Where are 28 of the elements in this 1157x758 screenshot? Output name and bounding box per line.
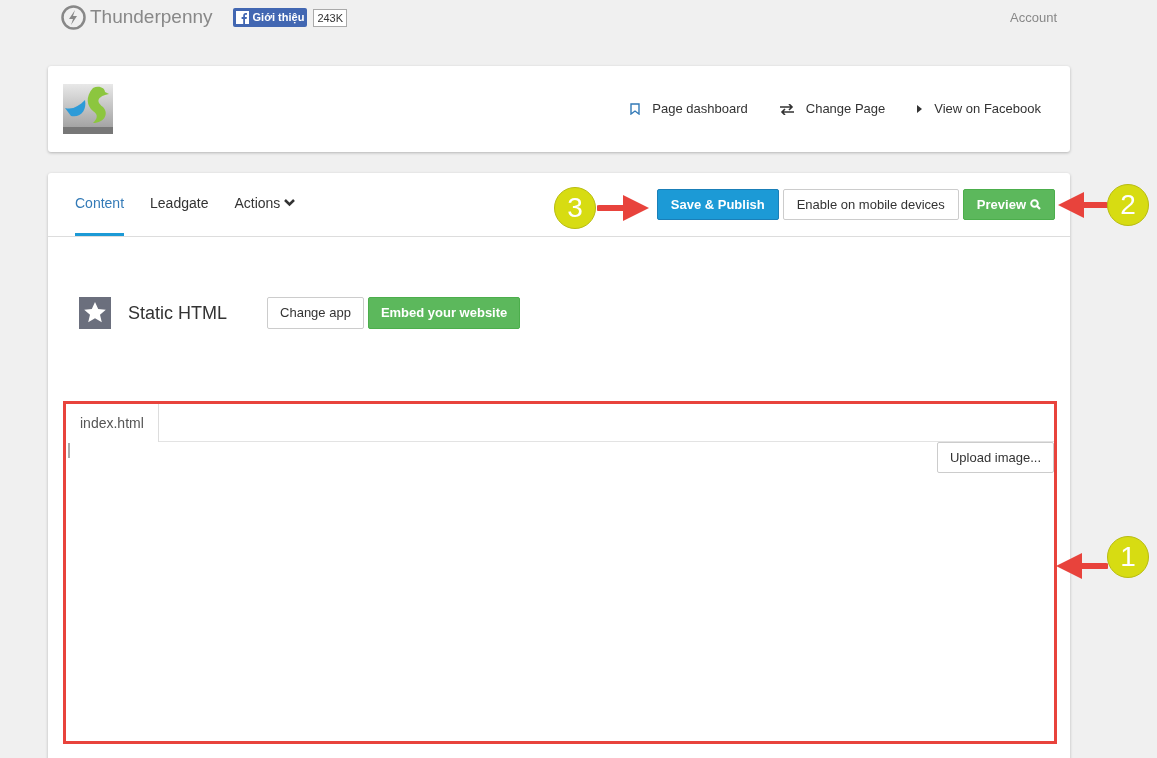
facebook-icon <box>235 11 249 24</box>
app-button[interactable]: Change app <box>267 297 364 329</box>
bookmark-icon <box>630 103 641 115</box>
page-nav-link[interactable]: Change Page <box>779 99 886 119</box>
brand-name: Thunderpenny <box>90 5 213 30</box>
annotation-number: 1 <box>1107 536 1149 578</box>
annotation-arrow <box>1056 552 1108 580</box>
facebook-like-button[interactable]: Giới thiệu <box>232 8 308 27</box>
text-cursor <box>68 443 70 458</box>
like-count: 243K <box>313 8 348 27</box>
page-nav-link[interactable]: View on Facebook <box>917 99 1041 119</box>
lightning-logo-icon <box>61 5 86 30</box>
star-app-icon <box>79 297 111 329</box>
caret-right-icon <box>917 105 923 113</box>
code-editor[interactable]: index.html Upload image... <box>63 401 1057 744</box>
tab[interactable]: Actions <box>234 173 296 236</box>
swap-arrows-icon <box>779 103 794 115</box>
tab[interactable]: Leadgate <box>150 173 209 236</box>
file-tab[interactable]: index.html <box>66 404 159 442</box>
toolbar-button[interactable]: Enable on mobile devices <box>782 189 959 220</box>
annotation-number: 2 <box>1107 184 1149 226</box>
annotation-arrow <box>1058 191 1108 219</box>
app-name: Static HTML <box>128 301 228 325</box>
page-logo <box>63 84 113 134</box>
upload-image-button[interactable]: Upload image... <box>936 442 1054 473</box>
tab[interactable]: Content <box>75 173 125 236</box>
page-nav-link[interactable]: Page dashboard <box>630 99 748 119</box>
annotation-arrow <box>597 194 649 222</box>
